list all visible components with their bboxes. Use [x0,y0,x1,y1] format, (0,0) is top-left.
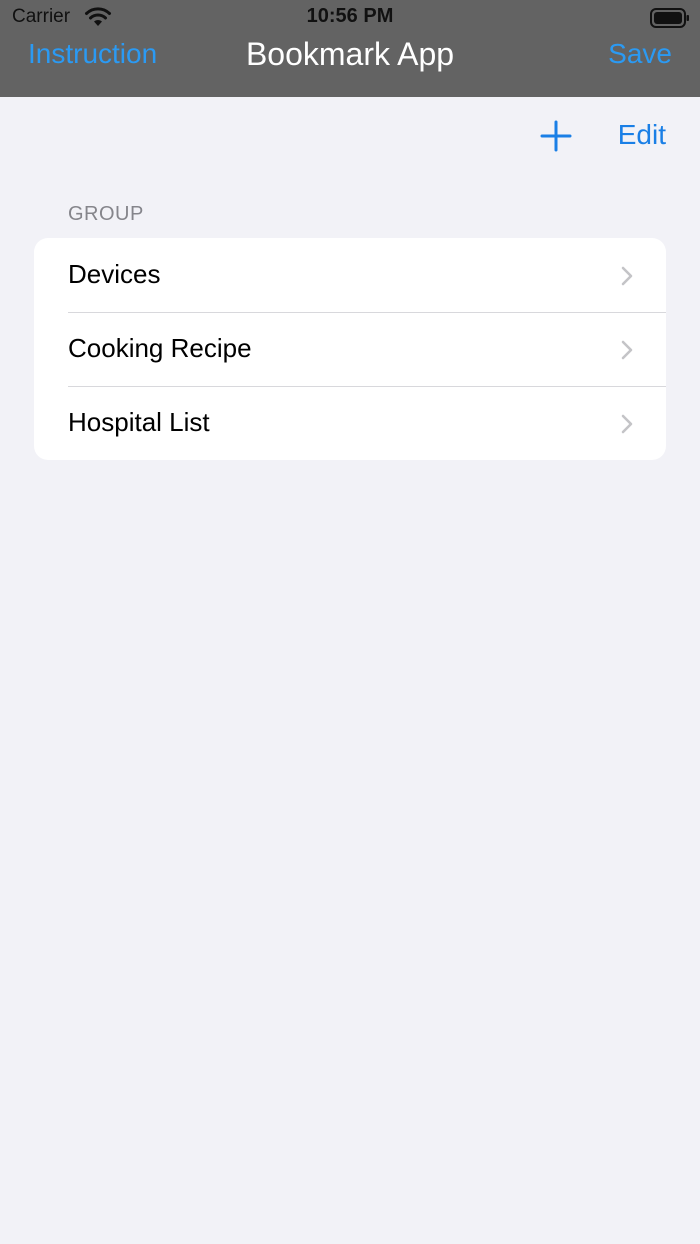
edit-button[interactable]: Edit [618,119,666,151]
list-item-label: Hospital List [68,407,210,437]
list-item-hospital-list[interactable]: Hospital List [34,386,666,460]
list-item-label: Devices [68,259,161,289]
plus-icon[interactable] [540,120,572,152]
list-item-cooking-recipe[interactable]: Cooking Recipe [34,312,666,386]
list-item-devices[interactable]: Devices [34,238,666,312]
status-time: 10:56 PM [306,5,394,27]
battery-icon [650,8,689,28]
chevron-right-icon [621,414,633,434]
page-title: Bookmark App [245,36,455,72]
list-item-label: Cooking Recipe [68,333,252,363]
chevron-right-icon [621,266,633,286]
chevron-right-icon [621,340,633,360]
status-bar: Carrier 10:56 PM [0,0,700,36]
save-button[interactable]: Save [608,38,672,70]
navigation-header: Carrier 10:56 PM Instruction Bookmark Ap… [0,0,700,97]
section-header-group: GROUP [68,203,144,225]
group-list: Devices Cooking Recipe Hospital List [34,238,666,460]
